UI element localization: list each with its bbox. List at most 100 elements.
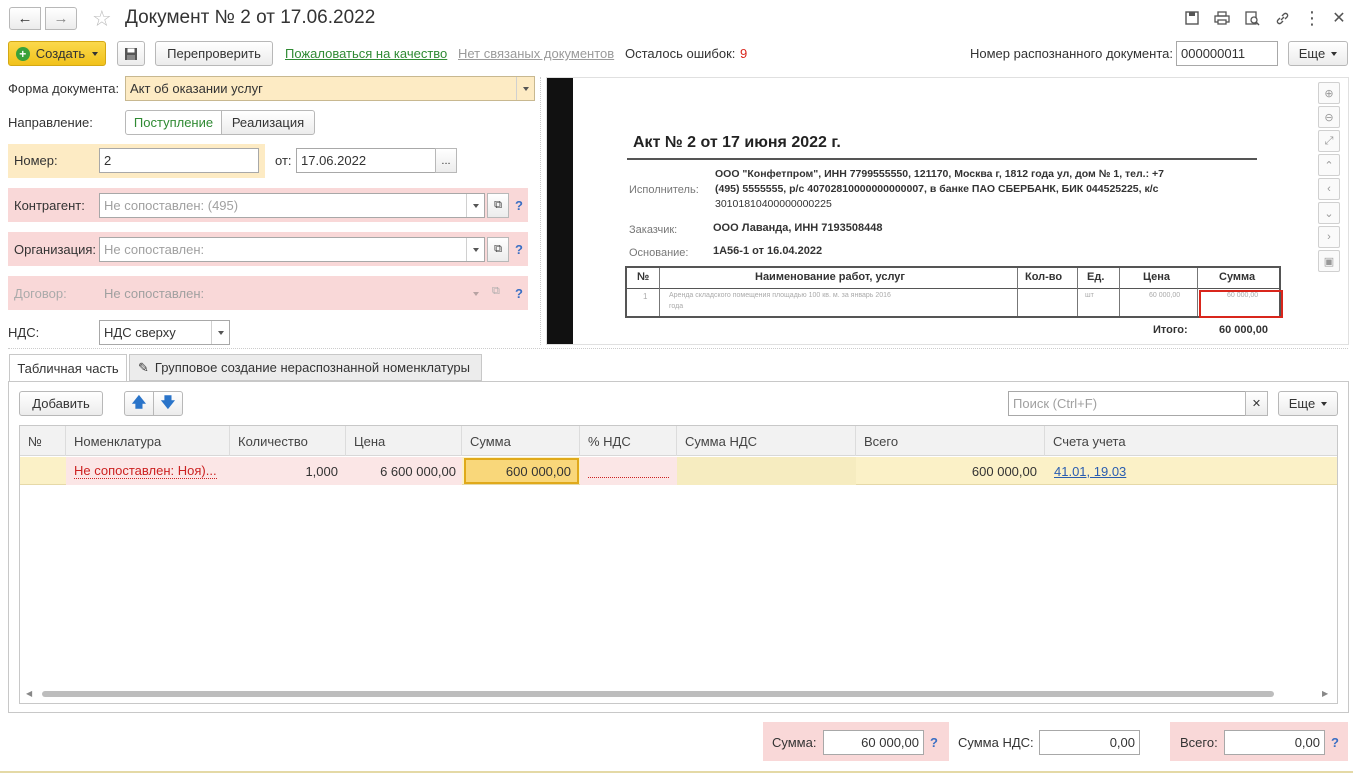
search-input[interactable]: Поиск (Ctrl+F) <box>1008 391 1246 416</box>
contract-help-icon[interactable]: ? <box>515 286 523 301</box>
date-field[interactable]: 17.06.2022 <box>296 148 436 173</box>
counterparty-dropdown-arrow[interactable] <box>466 194 484 217</box>
cell-price[interactable]: 6 600 000,00 <box>346 457 462 485</box>
scan-title: Акт № 2 от 17 июня 2022 г. <box>633 134 841 151</box>
lock-icon[interactable]: ▣ <box>1318 250 1340 272</box>
footer-sum-field[interactable]: 60 000,00 <box>823 730 924 755</box>
footer-sum-help-icon[interactable]: ? <box>930 735 938 750</box>
forward-button[interactable]: → <box>45 7 77 30</box>
zoom-in-icon[interactable]: ⊕ <box>1318 82 1340 104</box>
scroll-down-icon[interactable]: ⌄ <box>1318 202 1340 224</box>
contract-open-icon[interactable]: ⧉ <box>492 285 500 298</box>
scan-col-price: Цена <box>1143 271 1171 283</box>
org-field[interactable]: Не сопоставлен: <box>99 237 485 262</box>
preview-icon[interactable] <box>1242 8 1262 28</box>
col-total-header[interactable]: Всего <box>856 426 1045 456</box>
counterparty-help-icon[interactable]: ? <box>515 198 523 213</box>
org-open-button[interactable]: ⧉ <box>487 237 509 262</box>
create-button-label: Создать <box>35 46 86 61</box>
horizontal-scrollbar[interactable] <box>42 691 1274 697</box>
favorite-star-icon[interactable]: ☆ <box>92 6 112 32</box>
footer-sum-label: Сумма: <box>772 735 817 750</box>
col-qty-header[interactable]: Количество <box>230 426 346 456</box>
cell-qty[interactable]: 1,000 <box>230 457 346 485</box>
counterparty-label: Контрагент: <box>14 198 85 213</box>
col-vat-sum-header[interactable]: Сумма НДС <box>677 426 856 456</box>
search-clear-button[interactable]: ✕ <box>1245 391 1268 416</box>
direction-label: Направление: <box>8 115 93 130</box>
scan-title-rule <box>627 158 1257 160</box>
col-accounts-header[interactable]: Счета учета <box>1045 426 1337 456</box>
create-button[interactable]: + Создать <box>8 41 106 66</box>
col-sum-header[interactable]: Сумма <box>462 426 580 456</box>
doc-form-select[interactable]: Акт об оказании услуг <box>125 76 535 101</box>
org-help-icon[interactable]: ? <box>515 242 523 257</box>
tab-table[interactable]: Табличная часть <box>9 354 127 382</box>
accounts-link[interactable]: 41.01, 19.03 <box>1054 464 1126 479</box>
scan-basis-label: Основание: <box>629 247 689 259</box>
footer-vat-label: Сумма НДС: <box>958 735 1034 750</box>
number-field[interactable]: 2 <box>99 148 259 173</box>
complain-link[interactable]: Пожаловаться на качество <box>285 46 447 61</box>
move-up-button[interactable]: 🡅 <box>124 391 154 416</box>
fit-screen-icon[interactable]: ⤢ <box>1318 130 1340 152</box>
footer-vat-field[interactable]: 0,00 <box>1039 730 1140 755</box>
cell-vat-pct[interactable] <box>580 457 677 485</box>
tab-group-create[interactable]: ✎ Групповое создание нераспознанной номе… <box>129 354 482 381</box>
col-price-header[interactable]: Цена <box>346 426 462 456</box>
no-links-link[interactable]: Нет связаных документов <box>458 46 614 61</box>
scroll-left-arrow[interactable]: ◀ <box>26 689 32 698</box>
org-dropdown-arrow[interactable] <box>466 238 484 261</box>
cell-accounts[interactable]: 41.01, 19.03 <box>1045 457 1337 485</box>
cell-sum[interactable]: 600 000,00 <box>464 458 579 484</box>
back-button[interactable]: ← <box>9 7 41 30</box>
doc-form-dropdown-arrow[interactable] <box>516 77 534 100</box>
link-icon[interactable] <box>1272 8 1292 28</box>
col-vat-pct-header[interactable]: % НДС <box>580 426 677 456</box>
scan-col-divider <box>1017 268 1018 316</box>
tab-table-label: Табличная часть <box>17 361 119 376</box>
recognized-number-field[interactable]: 000000011 <box>1176 41 1278 66</box>
close-icon[interactable]: ✕ <box>1329 8 1349 28</box>
more-button[interactable]: Еще <box>1288 41 1348 66</box>
contract-dropdown-arrow[interactable] <box>466 282 484 305</box>
scan-customer-label: Заказчик: <box>629 224 678 236</box>
save-button[interactable] <box>117 41 145 66</box>
direction-in-toggle[interactable]: Поступление <box>125 110 222 135</box>
zoom-out-icon[interactable]: ⊖ <box>1318 106 1340 128</box>
scan-col-divider <box>1119 268 1120 316</box>
scroll-right-icon[interactable]: › <box>1318 226 1340 248</box>
arrow-right-icon: → <box>53 10 69 27</box>
scan-executor-line3: 30101810400000000225 <box>715 198 832 210</box>
add-button[interactable]: Добавить <box>19 391 103 416</box>
scan-col-num: № <box>637 271 650 283</box>
scan-executor-line1: ООО "Конфетпром", ИНН 7799555550, 121170… <box>715 168 1164 180</box>
vat-dropdown-arrow[interactable] <box>211 321 229 344</box>
scroll-right-arrow[interactable]: ▶ <box>1322 689 1328 698</box>
print-icon[interactable] <box>1212 8 1232 28</box>
counterparty-field[interactable]: Не сопоставлен: (495) <box>99 193 485 218</box>
recheck-button[interactable]: Перепроверить <box>155 41 273 66</box>
contract-field[interactable]: Не сопоставлен: <box>99 281 485 306</box>
save-icon[interactable] <box>1182 8 1202 28</box>
col-nomenclature-header[interactable]: Номенклатура <box>66 426 230 456</box>
more-menu-icon[interactable]: ⋮ <box>1302 8 1322 28</box>
cell-total[interactable]: 600 000,00 <box>856 457 1045 485</box>
scroll-up-icon[interactable]: ⌃ <box>1318 154 1340 176</box>
footer-total-field[interactable]: 0,00 <box>1224 730 1325 755</box>
col-num-header[interactable]: № <box>20 426 66 456</box>
scan-highlight-box <box>1199 290 1283 318</box>
table-more-button[interactable]: Еще <box>1278 391 1338 416</box>
date-picker-button[interactable]: ... <box>435 148 457 173</box>
cell-vat-sum[interactable] <box>677 457 856 485</box>
cell-nomenclature[interactable]: Не сопоставлен: Ноя)... <box>66 457 230 485</box>
footer-total-help-icon[interactable]: ? <box>1331 735 1339 750</box>
direction-out-toggle[interactable]: Реализация <box>221 110 315 135</box>
counterparty-open-button[interactable]: ⧉ <box>487 193 509 218</box>
scroll-left-icon[interactable]: ‹ <box>1318 178 1340 200</box>
vat-label: НДС: <box>8 325 40 340</box>
horizontal-splitter[interactable] <box>8 348 1348 349</box>
cell-num <box>20 457 66 485</box>
vertical-splitter[interactable] <box>540 77 541 345</box>
move-down-button[interactable]: 🡇 <box>153 391 183 416</box>
